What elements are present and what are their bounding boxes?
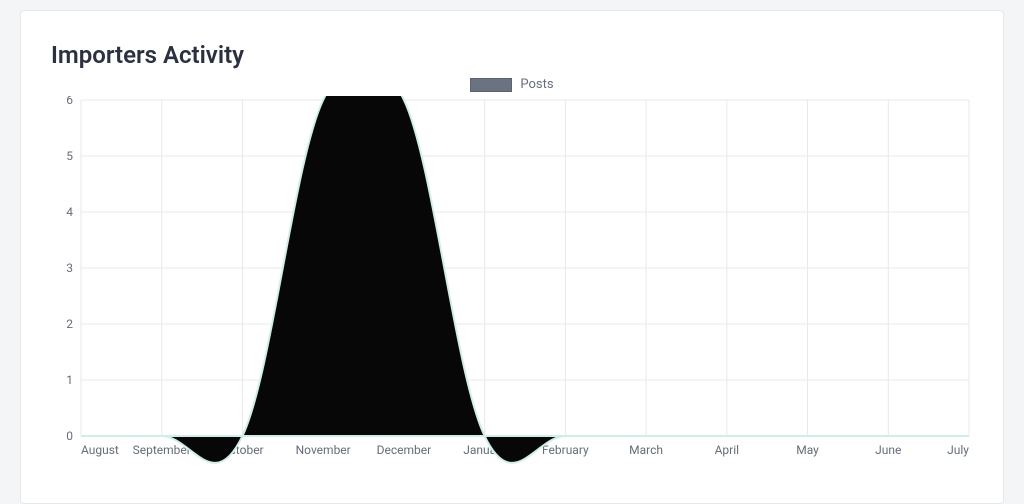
legend-swatch-posts xyxy=(470,78,512,92)
series-posts-area xyxy=(81,96,969,463)
y-tick-label: 1 xyxy=(66,373,73,387)
card-title: Importers Activity xyxy=(51,41,973,69)
y-tick-label: 5 xyxy=(66,149,73,163)
area-chart: 0123456AugustSeptemberOctoberNovemberDec… xyxy=(51,96,975,466)
y-tick-label: 0 xyxy=(66,429,73,443)
x-tick-label: December xyxy=(377,443,432,457)
chart-area: 0123456AugustSeptemberOctoberNovemberDec… xyxy=(51,96,973,466)
y-tick-label: 2 xyxy=(66,317,73,331)
x-tick-label: May xyxy=(796,443,819,457)
legend-label-posts: Posts xyxy=(520,77,553,92)
y-tick-label: 6 xyxy=(66,96,73,107)
x-tick-label: February xyxy=(542,443,589,457)
x-tick-label: August xyxy=(81,443,119,457)
x-tick-label: June xyxy=(875,443,901,457)
card: Importers Activity Posts 0123456AugustSe… xyxy=(20,10,1004,504)
x-tick-label: April xyxy=(715,443,739,457)
y-tick-label: 4 xyxy=(66,205,73,219)
y-tick-label: 3 xyxy=(66,261,73,275)
x-tick-label: March xyxy=(629,443,663,457)
x-tick-label: November xyxy=(296,443,351,457)
chart-legend: Posts xyxy=(51,77,973,92)
x-tick-label: July xyxy=(947,443,969,457)
